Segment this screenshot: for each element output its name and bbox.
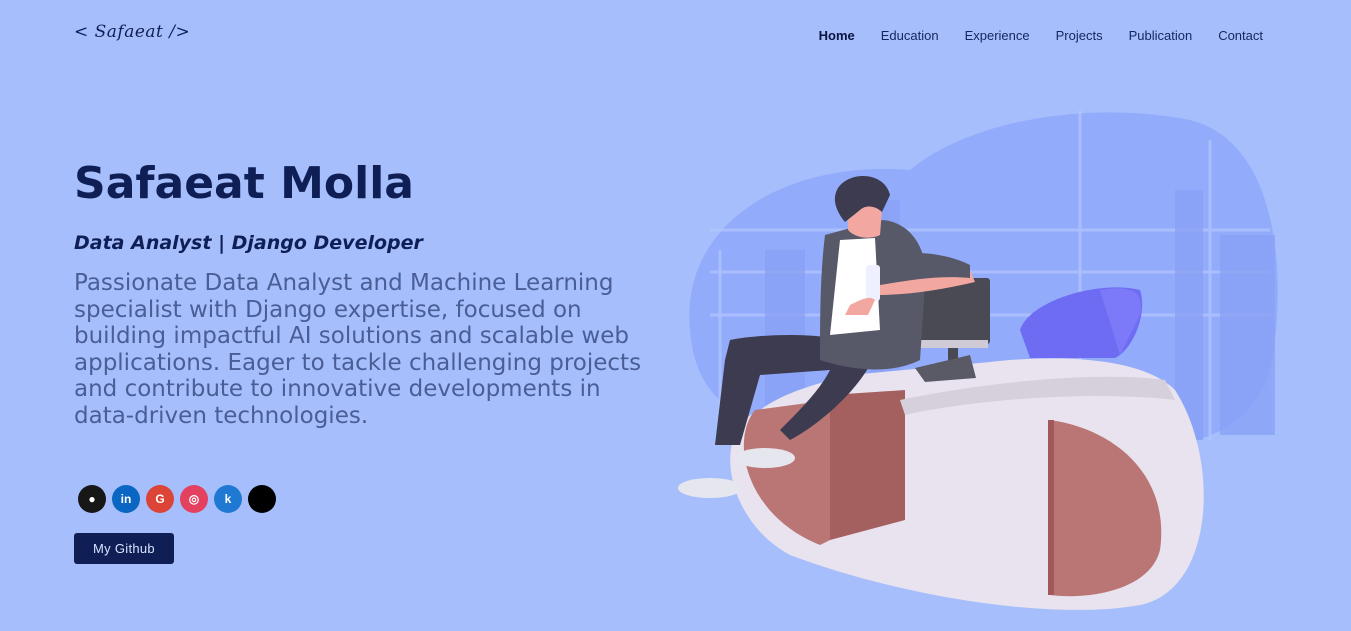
site-logo[interactable]: < Safaeat /> bbox=[74, 22, 190, 42]
google-icon[interactable]: G bbox=[146, 485, 174, 513]
nav-publication[interactable]: Publication bbox=[1129, 28, 1193, 43]
nav-home[interactable]: Home bbox=[819, 28, 855, 43]
social-links: ● in G ◎ k bbox=[78, 485, 276, 513]
hero-role: Data Analyst | Django Developer bbox=[74, 232, 423, 254]
nav-contact[interactable]: Contact bbox=[1218, 28, 1263, 43]
hero-name: Safaeat Molla bbox=[74, 158, 414, 209]
nav-projects[interactable]: Projects bbox=[1056, 28, 1103, 43]
kaggle-icon[interactable]: k bbox=[214, 485, 242, 513]
github-button[interactable]: My Github bbox=[74, 533, 174, 564]
main-nav: Home Education Experience Projects Publi… bbox=[819, 28, 1263, 43]
nav-education[interactable]: Education bbox=[881, 28, 939, 43]
x-icon[interactable] bbox=[248, 485, 276, 513]
hero-illustration bbox=[678, 110, 1278, 610]
instagram-icon[interactable]: ◎ bbox=[180, 485, 208, 513]
linkedin-icon[interactable]: in bbox=[112, 485, 140, 513]
hero-description: Passionate Data Analyst and Machine Lear… bbox=[74, 270, 642, 429]
nav-experience[interactable]: Experience bbox=[965, 28, 1030, 43]
desk bbox=[730, 358, 1204, 610]
github-icon[interactable]: ● bbox=[78, 485, 106, 513]
